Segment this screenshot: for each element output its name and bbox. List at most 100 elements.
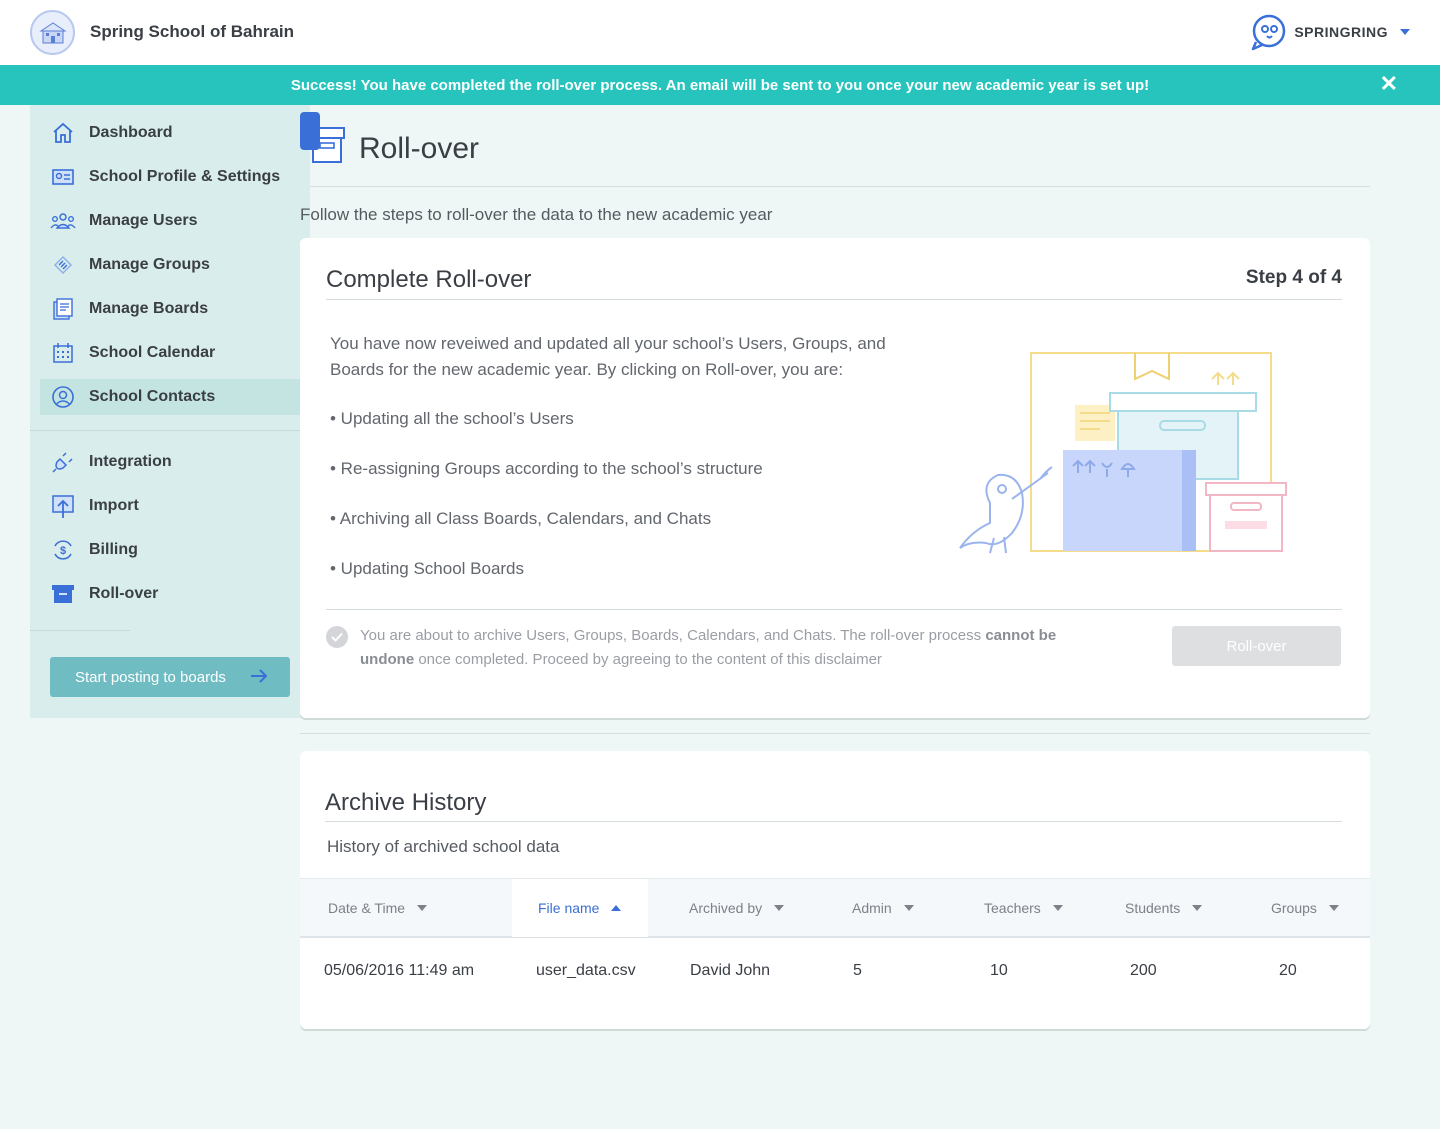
groups-icon bbox=[50, 252, 76, 278]
bullet-item: • Updating all the school’s Users bbox=[330, 409, 574, 428]
sidebar-item-manage-boards[interactable]: Manage Boards bbox=[40, 291, 300, 327]
column-header-label: File name bbox=[538, 900, 600, 916]
top-bar: Spring School of Bahrain SPRINGRING bbox=[0, 0, 1440, 65]
archive-history-card: Archive History History of archived scho… bbox=[300, 751, 1370, 1029]
sidebar-item-import[interactable]: Import bbox=[40, 488, 300, 524]
bullet-item: • Archiving all Class Boards, Calendars,… bbox=[330, 509, 712, 528]
sidebar-item-label: Manage Boards bbox=[89, 300, 209, 317]
cell-admin: 5 bbox=[853, 962, 862, 979]
page-subtitle: Follow the steps to roll-over the data t… bbox=[300, 205, 773, 224]
column-header-admin[interactable]: Admin bbox=[852, 879, 914, 937]
sidebar-item-label: Import bbox=[89, 497, 139, 514]
sidebar-item-school-profile[interactable]: School Profile & Settings bbox=[40, 159, 300, 195]
school-name: Spring School of Bahrain bbox=[90, 22, 295, 41]
column-header-label: Date & Time bbox=[328, 900, 406, 916]
chevron-down-icon bbox=[1400, 29, 1410, 35]
title-divider bbox=[310, 186, 1370, 187]
cell-file-name[interactable]: user_data.csv bbox=[536, 962, 636, 980]
sidebar-item-billing[interactable]: $ Billing bbox=[40, 532, 300, 568]
column-header-label: Teachers bbox=[984, 900, 1041, 916]
home-icon bbox=[50, 120, 76, 146]
sidebar-item-school-contacts[interactable]: School Contacts bbox=[40, 379, 300, 415]
arrow-right-icon bbox=[251, 669, 268, 683]
sidebar-divider bbox=[30, 430, 300, 431]
rollover-box-icon bbox=[50, 581, 76, 607]
section-divider bbox=[300, 733, 1370, 734]
table-header: Date & Time File name Archived by Admin … bbox=[300, 878, 1370, 938]
card-divider bbox=[325, 821, 1342, 822]
plug-icon bbox=[50, 449, 76, 475]
card-title: Archive History bbox=[325, 789, 487, 816]
sidebar-item-integration[interactable]: Integration bbox=[40, 444, 300, 480]
success-banner: Success! You have completed the roll-ove… bbox=[0, 65, 1440, 105]
school-building-icon bbox=[38, 21, 67, 43]
history-subtitle: History of archived school data bbox=[327, 837, 560, 856]
profile-card-icon bbox=[50, 164, 76, 190]
moving-boxes-illustration bbox=[959, 352, 1287, 554]
sidebar-item-manage-users[interactable]: Manage Users bbox=[40, 203, 300, 239]
cell-teachers: 10 bbox=[990, 962, 1008, 979]
page-title: Roll-over bbox=[359, 132, 480, 165]
account-menu[interactable]: SPRINGRING bbox=[1248, 12, 1410, 52]
column-header-file-name[interactable]: File name bbox=[512, 879, 648, 937]
start-posting-label: Start posting to boards bbox=[75, 668, 226, 686]
sidebar-item-label: School Contacts bbox=[89, 388, 216, 405]
boards-icon bbox=[50, 296, 76, 322]
import-icon bbox=[50, 493, 76, 519]
card-title: Complete Roll-over bbox=[326, 266, 532, 293]
column-header-students[interactable]: Students bbox=[1125, 879, 1203, 937]
disclaimer-post: once completed. Proceed by agreeing to t… bbox=[414, 651, 882, 668]
column-header-teachers[interactable]: Teachers bbox=[984, 879, 1063, 937]
school-logo[interactable] bbox=[30, 10, 75, 55]
sidebar-divider bbox=[30, 630, 130, 631]
bullet-item: • Re-assigning Groups according to the s… bbox=[330, 459, 763, 478]
disclaimer-pre: You are about to archive Users, Groups, … bbox=[360, 627, 986, 644]
sort-down-icon bbox=[1192, 905, 1203, 911]
contacts-icon bbox=[50, 384, 76, 410]
sort-down-icon bbox=[903, 905, 914, 911]
sidebar-item-label: School Profile & Settings bbox=[89, 168, 281, 185]
sort-up-icon bbox=[611, 905, 622, 911]
sidebar-item-label: Manage Users bbox=[89, 212, 198, 229]
sidebar-item-roll-over[interactable]: Roll-over bbox=[40, 576, 300, 612]
sidebar-item-manage-groups[interactable]: Manage Groups bbox=[40, 247, 300, 283]
brand-name: SPRINGRING bbox=[1294, 24, 1388, 40]
sort-down-icon bbox=[1052, 905, 1063, 911]
column-header-date-time[interactable]: Date & Time bbox=[300, 879, 512, 937]
sidebar-item-label: Roll-over bbox=[89, 585, 159, 602]
sidebar-item-label: Billing bbox=[89, 541, 138, 558]
column-header-groups[interactable]: Groups bbox=[1271, 879, 1339, 937]
sort-down-icon bbox=[1328, 905, 1339, 911]
card-divider bbox=[326, 299, 1342, 300]
cell-groups: 20 bbox=[1279, 962, 1297, 979]
owl-chat-icon bbox=[1252, 14, 1286, 51]
svg-text:$: $ bbox=[60, 545, 66, 557]
sidebar-item-dashboard[interactable]: Dashboard bbox=[40, 115, 300, 151]
agree-checkbox[interactable] bbox=[326, 626, 348, 648]
sidebar-item-label: Integration bbox=[89, 453, 172, 470]
column-header-label: Students bbox=[1125, 900, 1181, 916]
column-header-label: Groups bbox=[1271, 900, 1317, 916]
sidebar-item-label: School Calendar bbox=[89, 344, 216, 361]
sort-down-icon bbox=[774, 905, 785, 911]
users-icon bbox=[50, 208, 76, 234]
cell-students: 200 bbox=[1130, 962, 1157, 979]
close-icon[interactable]: ✕ bbox=[1380, 73, 1398, 95]
start-posting-button[interactable]: Start posting to boards bbox=[50, 657, 290, 697]
checkmark-icon bbox=[331, 632, 343, 642]
bullet-item: • Updating School Boards bbox=[330, 559, 525, 578]
sidebar-item-label: Dashboard bbox=[89, 124, 173, 141]
column-header-label: Admin bbox=[852, 900, 892, 916]
success-message: Success! You have completed the roll-ove… bbox=[290, 76, 1150, 94]
disclaimer-text: You are about to archive Users, Groups, … bbox=[360, 624, 1060, 672]
column-header-label: Archived by bbox=[689, 900, 763, 916]
rollover-button[interactable]: Roll-over bbox=[1172, 626, 1341, 666]
card-divider bbox=[326, 609, 1342, 610]
calendar-icon bbox=[50, 340, 76, 366]
sidebar-item-school-calendar[interactable]: School Calendar bbox=[40, 335, 300, 371]
complete-rollover-card: Complete Roll-over Step 4 of 4 You have … bbox=[300, 238, 1370, 718]
intro-text: You have now reveiwed and updated all yo… bbox=[330, 334, 886, 379]
sidebar-item-label: Manage Groups bbox=[89, 256, 210, 273]
step-indicator: Step 4 of 4 bbox=[1245, 267, 1342, 288]
column-header-archived-by[interactable]: Archived by bbox=[689, 879, 785, 937]
